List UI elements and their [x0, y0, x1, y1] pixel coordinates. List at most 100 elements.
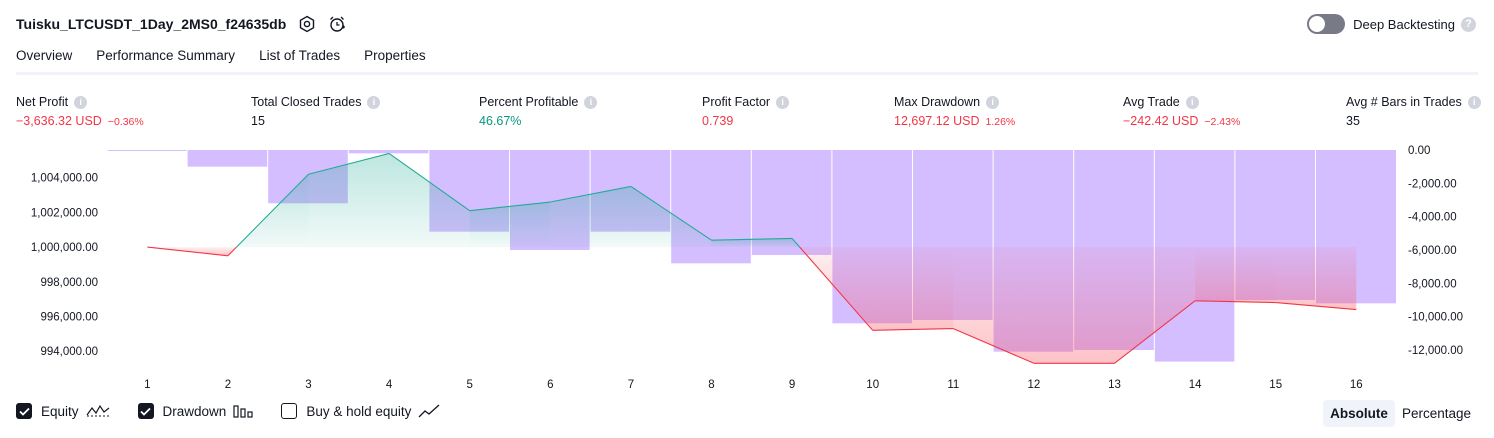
deep-backtesting-toggle[interactable] — [1307, 14, 1346, 34]
metric-total-closed-trades: Total Closed Trades i 15 — [251, 95, 381, 128]
equity-drawdown-chart[interactable]: 1,004,000.00 1,002,000.00 1,000,000.00 998,… — [0, 140, 1494, 396]
x-axis-tick: 16 — [1350, 379, 1363, 391]
legend-equity[interactable]: Equity — [16, 403, 110, 419]
metric-label: Percent Profitable — [479, 95, 579, 109]
x-axis-tick: 7 — [628, 379, 634, 391]
metric-label: Avg Trade — [1123, 95, 1180, 109]
info-icon[interactable]: i — [74, 95, 88, 109]
loss-area — [872, 247, 954, 331]
metric-avg-bars-in-trades: Avg # Bars in Trades i 35 — [1346, 95, 1481, 128]
add-alert-clock-icon[interactable] — [328, 15, 346, 33]
metric-max-drawdown: Max Drawdown i 12,697.12 USD 1.26% — [894, 95, 1015, 128]
chart-legend: Equity Drawdown Buy & hold equity — [16, 403, 468, 419]
metric-label: Max Drawdown — [894, 95, 981, 109]
x-axis-tick: 12 — [1028, 379, 1041, 391]
settings-gear-icon[interactable] — [298, 15, 316, 33]
metric-value: 35 — [1346, 114, 1360, 128]
right-axis-tick: -10,000.00 — [1408, 312, 1463, 324]
x-axis-tick: 2 — [225, 379, 231, 391]
metric-label: Net Profit — [16, 95, 69, 109]
x-axis-tick: 10 — [866, 379, 879, 391]
x-axis-tick: 8 — [708, 379, 714, 391]
x-axis-tick: 13 — [1108, 379, 1121, 391]
left-axis-tick: 994,000.00 — [40, 346, 98, 358]
left-axis-tick: 1,002,000.00 — [31, 207, 98, 219]
metric-value: 12,697.12 USD — [894, 114, 980, 128]
drawdown-bars-icon — [233, 404, 253, 418]
metric-percent-profitable: Percent Profitable i 46.67% — [479, 95, 598, 128]
x-axis-tick: 3 — [305, 379, 311, 391]
metric-value: −242.42 USD — [1123, 114, 1199, 128]
right-axis-tick: -4,000.00 — [1408, 212, 1457, 224]
x-axis-tick: 14 — [1189, 379, 1202, 391]
x-axis-tick: 1 — [144, 379, 150, 391]
info-icon[interactable]: i — [1467, 95, 1481, 109]
x-axis-tick: 4 — [386, 379, 393, 391]
x-axis-tick: 11 — [947, 379, 959, 391]
metric-value: −3,636.32 USD — [16, 114, 102, 128]
tab-performance-summary[interactable]: Performance Summary — [96, 48, 235, 74]
legend-label: Buy & hold equity — [306, 403, 412, 419]
display-mode-switch: Absolute Percentage — [1323, 400, 1478, 427]
legend-label: Equity — [41, 403, 79, 419]
loss-area — [1033, 247, 1115, 364]
metric-value: 46.67% — [479, 114, 522, 128]
left-axis-ticks: 1,004,000.00 1,002,000.00 1,000,000.00 998,… — [31, 173, 98, 358]
report-tabs: Overview Performance Summary List of Tra… — [16, 48, 450, 74]
percentage-mode-button[interactable]: Percentage — [1395, 400, 1478, 427]
info-icon[interactable]: i — [986, 95, 1000, 109]
deep-backtesting-control: Deep Backtesting ? — [1307, 14, 1476, 34]
right-axis-tick: 0.00 — [1408, 145, 1430, 157]
right-axis-tick: -2,000.00 — [1408, 178, 1457, 190]
strategy-title: Tuisku_LTCUSDT_1Day_2MS0_f24635db — [16, 16, 287, 32]
metric-sub-value: −0.36% — [107, 116, 144, 128]
metric-label: Avg # Bars in Trades — [1346, 95, 1462, 109]
metric-sub-value: 1.26% — [985, 116, 1016, 128]
legend-drawdown[interactable]: Drawdown — [137, 403, 254, 419]
left-axis-tick: 1,000,000.00 — [31, 242, 98, 254]
left-axis-tick: 1,004,000.00 — [31, 173, 98, 185]
buy-hold-checkbox[interactable] — [281, 403, 298, 419]
metric-profit-factor: Profit Factor i 0.739 — [702, 95, 790, 128]
x-axis-tick: 9 — [789, 379, 795, 391]
metric-avg-trade: Avg Trade i −242.42 USD −2.43% — [1123, 95, 1240, 128]
metric-net-profit: Net Profit i −3,636.32 USD −0.36% — [16, 95, 144, 128]
tab-properties[interactable]: Properties — [364, 48, 426, 74]
drawdown-bar — [187, 150, 268, 167]
right-axis-tick: -6,000.00 — [1408, 245, 1457, 257]
toggle-knob — [1309, 16, 1326, 32]
loss-area — [1195, 247, 1276, 303]
metric-value: 0.739 — [702, 114, 734, 128]
equity-line-icon — [86, 404, 110, 418]
drawdown-checkbox[interactable] — [137, 403, 154, 419]
legend-label: Drawdown — [162, 403, 227, 419]
x-axis-tick: 5 — [466, 379, 472, 391]
right-axis-ticks: 0.00 -2,000.00 -4,000.00 -6,000.00 -8,000.00… — [1408, 145, 1463, 357]
info-icon[interactable]: i — [367, 95, 381, 109]
left-axis-tick: 996,000.00 — [40, 311, 98, 323]
drawdown-bar — [108, 150, 187, 151]
legend-buy-hold-equity[interactable]: Buy & hold equity — [281, 403, 440, 419]
tab-list-of-trades[interactable]: List of Trades — [259, 48, 340, 74]
equity-checkbox[interactable] — [16, 403, 32, 419]
buy-hold-line-icon — [418, 404, 440, 418]
deep-backtesting-label: Deep Backtesting — [1353, 16, 1455, 32]
tabs-divider — [16, 72, 1478, 75]
right-axis-tick: -12,000.00 — [1408, 345, 1463, 357]
metric-label: Profit Factor — [702, 95, 771, 109]
info-icon[interactable]: i — [584, 95, 598, 109]
absolute-mode-button[interactable]: Absolute — [1323, 400, 1395, 427]
info-icon[interactable]: i — [776, 95, 790, 109]
right-axis-tick: -8,000.00 — [1408, 278, 1457, 290]
loss-area — [1275, 247, 1357, 310]
strategy-header: Tuisku_LTCUSDT_1Day_2MS0_f24635db — [16, 12, 346, 36]
tab-overview[interactable]: Overview — [16, 48, 73, 74]
metric-label: Total Closed Trades — [251, 95, 362, 109]
x-axis-tick: 6 — [547, 379, 553, 391]
x-axis-tick: 15 — [1269, 379, 1282, 391]
x-axis-ticks: 1 2 3 4 5 6 7 8 9 10 11 12 13 14 15 16 — [144, 379, 1363, 391]
help-icon[interactable]: ? — [1461, 16, 1476, 32]
metric-sub-value: −2.43% — [1204, 116, 1241, 128]
drawdown-bar — [348, 150, 429, 154]
info-icon[interactable]: i — [1185, 95, 1199, 109]
